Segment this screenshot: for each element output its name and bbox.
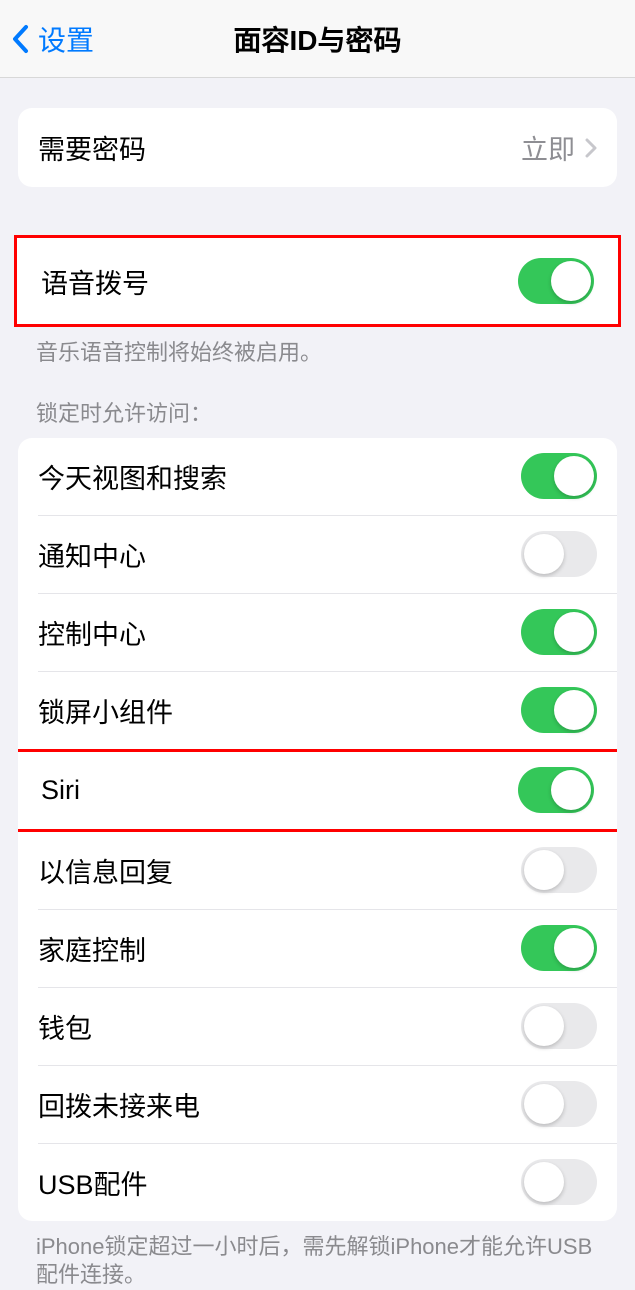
toggle-knob <box>551 261 591 301</box>
wallet-label: 钱包 <box>38 1007 92 1046</box>
return-calls-row: 回拨未接来电 <box>18 1066 617 1143</box>
usb-accessories-toggle[interactable] <box>521 1159 597 1205</box>
control-center-row: 控制中心 <box>18 594 617 671</box>
return-calls-label: 回拨未接来电 <box>38 1085 200 1124</box>
notification-center-row: 通知中心 <box>18 516 617 593</box>
back-label: 设置 <box>38 19 94 59</box>
chevron-right-icon <box>585 138 597 158</box>
notification-center-toggle[interactable] <box>521 531 597 577</box>
today-view-toggle[interactable] <box>521 453 597 499</box>
siri-toggle[interactable] <box>518 767 594 813</box>
reply-message-label: 以信息回复 <box>38 851 173 890</box>
voice-dial-highlight: 语音拨号 <box>14 235 621 327</box>
lock-access-list: 今天视图和搜索 通知中心 控制中心 锁屏小组件 Siri <box>18 438 617 1221</box>
require-passcode-label: 需要密码 <box>38 128 146 167</box>
lock-widgets-label: 锁屏小组件 <box>38 691 173 730</box>
reply-message-toggle[interactable] <box>521 847 597 893</box>
home-control-label: 家庭控制 <box>38 929 146 968</box>
today-view-row: 今天视图和搜索 <box>18 438 617 515</box>
page-title: 面容ID与密码 <box>0 19 635 59</box>
home-control-row: 家庭控制 <box>18 910 617 987</box>
wallet-row: 钱包 <box>18 988 617 1065</box>
voice-dial-row: 语音拨号 <box>17 238 618 324</box>
navbar: 设置 面容ID与密码 <box>0 0 635 78</box>
siri-label: Siri <box>41 775 80 806</box>
lock-widgets-row: 锁屏小组件 <box>18 672 617 749</box>
control-center-toggle[interactable] <box>521 609 597 655</box>
siri-row: Siri <box>18 752 617 829</box>
siri-highlight: Siri <box>18 752 617 829</box>
voice-dial-footer: 音乐语音控制将始终被启用。 <box>0 327 635 368</box>
require-passcode-row[interactable]: 需要密码 立即 <box>18 108 617 187</box>
back-button[interactable]: 设置 <box>10 19 94 59</box>
usb-accessories-row: USB配件 <box>18 1144 617 1221</box>
voice-dial-toggle[interactable] <box>518 258 594 304</box>
usb-accessories-label: USB配件 <box>38 1163 148 1202</box>
wallet-toggle[interactable] <box>521 1003 597 1049</box>
voice-dial-label: 语音拨号 <box>41 262 149 301</box>
lock-access-header: 锁定时允许访问： <box>0 396 635 438</box>
control-center-label: 控制中心 <box>38 613 146 652</box>
chevron-left-icon <box>10 22 30 56</box>
require-passcode-value: 立即 <box>521 128 575 167</box>
return-calls-toggle[interactable] <box>521 1081 597 1127</box>
lock-widgets-toggle[interactable] <box>521 687 597 733</box>
notification-center-label: 通知中心 <box>38 535 146 574</box>
require-passcode-group: 需要密码 立即 <box>18 108 617 187</box>
today-view-label: 今天视图和搜索 <box>38 457 227 496</box>
usb-footer: iPhone锁定超过一小时后，需先解锁iPhone才能允许USB配件连接。 <box>0 1221 635 1290</box>
home-control-toggle[interactable] <box>521 925 597 971</box>
reply-message-row: 以信息回复 <box>18 832 617 909</box>
